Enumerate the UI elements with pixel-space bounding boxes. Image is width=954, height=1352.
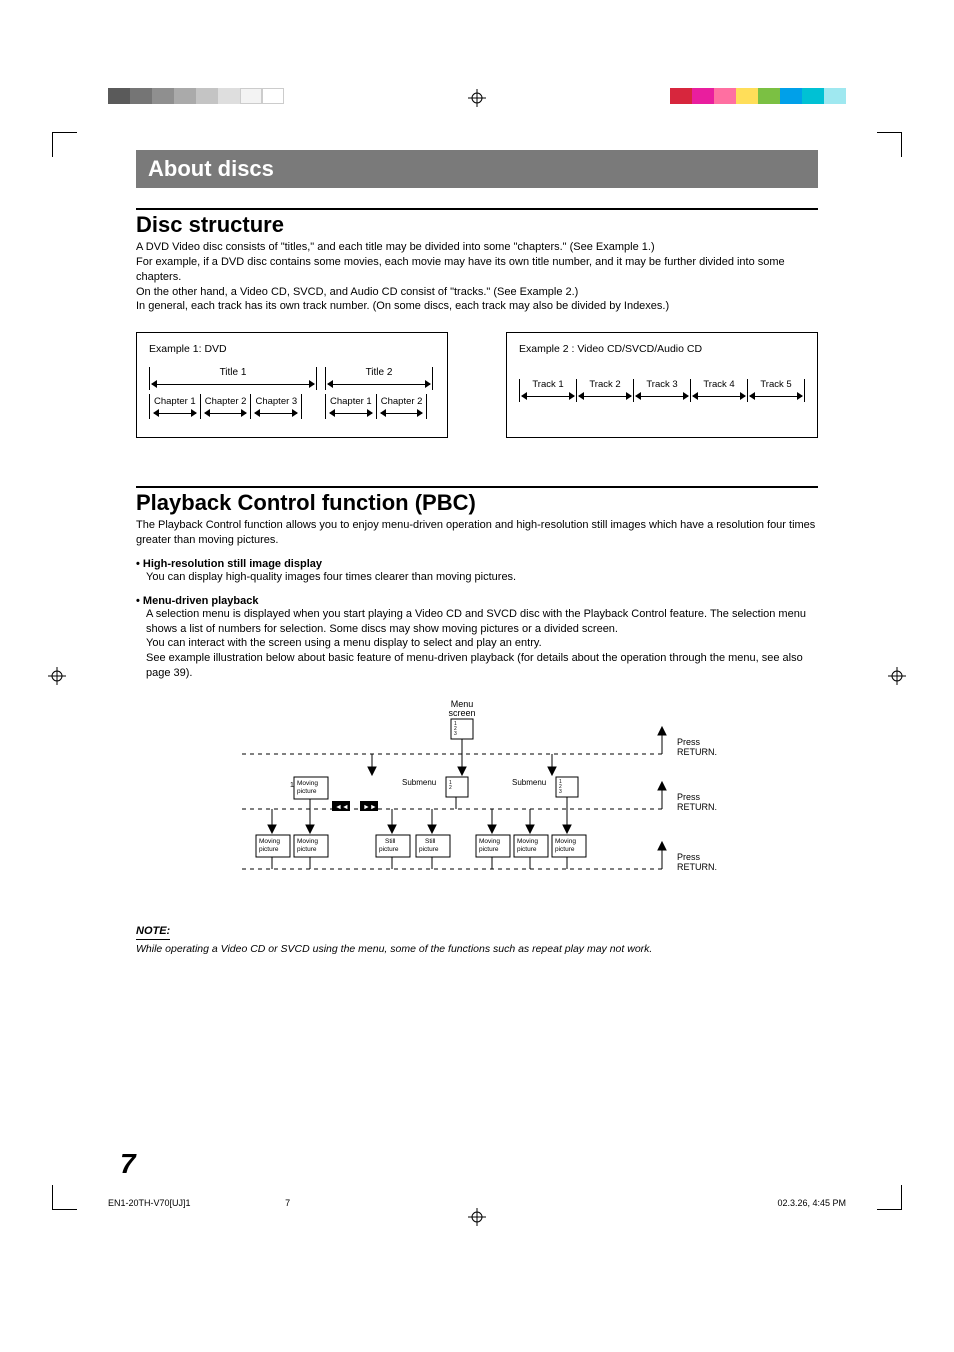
paragraph: You can interact with the screen using a… <box>146 637 542 649</box>
moving-picture-box: Movingpicture <box>555 838 576 853</box>
footer: EN1-20TH-V70[UJ]1 7 02.3.26, 4:45 PM <box>108 1198 846 1208</box>
submenu-label: Submenu <box>402 778 436 787</box>
bullet-title: • High-resolution still image display <box>136 558 818 570</box>
footer-left: EN1-20TH-V70[UJ]1 <box>108 1198 191 1208</box>
menu-screen-label: Menuscreen <box>448 699 475 718</box>
section-title-pbc: Playback Control function (PBC) <box>136 490 818 516</box>
body-text: You can display high-quality images four… <box>146 570 818 585</box>
chapter-label: Chapter 3 <box>255 396 297 407</box>
registration-mark-icon <box>888 667 906 685</box>
submenu-items: 12 <box>449 780 452 791</box>
body-text: A DVD Video disc consists of "titles," a… <box>136 240 818 314</box>
press-return-label: PressRETURN. <box>677 792 717 812</box>
crop-corner <box>52 1185 77 1210</box>
footer-right: 02.3.26, 4:45 PM <box>777 1198 846 1208</box>
page-number: 7 <box>120 1148 136 1180</box>
next-icon: ►► <box>363 804 377 811</box>
color-strip <box>670 88 846 104</box>
track-label: Track 5 <box>760 379 791 390</box>
chapter-label: Chapter 2 <box>381 396 423 407</box>
press-return-label: PressRETURN. <box>677 737 717 757</box>
paragraph: A selection menu is displayed when you s… <box>146 608 806 635</box>
press-return-label: PressRETURN. <box>677 852 717 872</box>
submenu-items: 123 <box>559 779 562 795</box>
track-label: Track 3 <box>646 379 677 390</box>
divider <box>136 486 818 488</box>
submenu-label: Submenu <box>512 778 546 787</box>
track-label: Track 4 <box>703 379 734 390</box>
track-label: Track 2 <box>589 379 620 390</box>
dvd-example-diagram: Example 1: DVD Title 1 Chapter 1 Chapter… <box>136 332 448 438</box>
cd-example-diagram: Example 2 : Video CD/SVCD/Audio CD Track… <box>506 332 818 438</box>
chapter-label: Chapter 1 <box>154 396 196 407</box>
note-text: While operating a Video CD or SVCD using… <box>136 943 818 955</box>
crop-corner <box>877 132 902 157</box>
pbc-flow-diagram: PressRETURN. PressRETURN. PressRETURN. M… <box>232 699 722 899</box>
diagram-title: Example 1: DVD <box>149 343 435 355</box>
bullet-title: • Menu-driven playback <box>136 595 818 607</box>
prev-icon: ◄◄ <box>335 804 349 811</box>
moving-picture-box: Movingpicture <box>297 838 318 853</box>
title-label: Title 2 <box>328 367 430 378</box>
registration-mark-icon <box>468 1208 486 1226</box>
number-label: 1 <box>290 782 294 789</box>
moving-picture-box: Movingpicture <box>259 838 280 853</box>
registration-mark-icon <box>48 667 66 685</box>
crop-corner <box>877 1185 902 1210</box>
paragraph: See example illustration below about bas… <box>146 652 803 679</box>
paragraph: On the other hand, a Video CD, SVCD, and… <box>136 286 578 298</box>
diagram-title: Example 2 : Video CD/SVCD/Audio CD <box>519 343 805 355</box>
banner-title: About discs <box>136 150 818 188</box>
note-title: NOTE: <box>136 925 170 937</box>
paragraph: In general, each track has its own track… <box>136 300 669 312</box>
moving-picture-box: Movingpicture <box>517 838 538 853</box>
grayscale-strip <box>108 88 284 104</box>
menu-items: 123 <box>454 721 457 737</box>
body-text: The Playback Control function allows you… <box>136 518 818 548</box>
footer-mid: 7 <box>285 1198 290 1208</box>
chapter-label: Chapter 1 <box>330 396 372 407</box>
section-title-disc-structure: Disc structure <box>136 212 818 238</box>
crop-corner <box>52 132 77 157</box>
moving-picture-box: Movingpicture <box>479 838 500 853</box>
moving-picture-box: Movingpicture <box>297 780 318 795</box>
track-label: Track 1 <box>532 379 563 390</box>
registration-mark-icon <box>468 89 486 107</box>
divider <box>136 208 818 210</box>
chapter-label: Chapter 2 <box>205 396 247 407</box>
paragraph: For example, if a DVD disc contains some… <box>136 256 785 283</box>
title-label: Title 1 <box>152 367 314 378</box>
body-text: A selection menu is displayed when you s… <box>146 607 818 681</box>
paragraph: A DVD Video disc consists of "titles," a… <box>136 241 655 253</box>
